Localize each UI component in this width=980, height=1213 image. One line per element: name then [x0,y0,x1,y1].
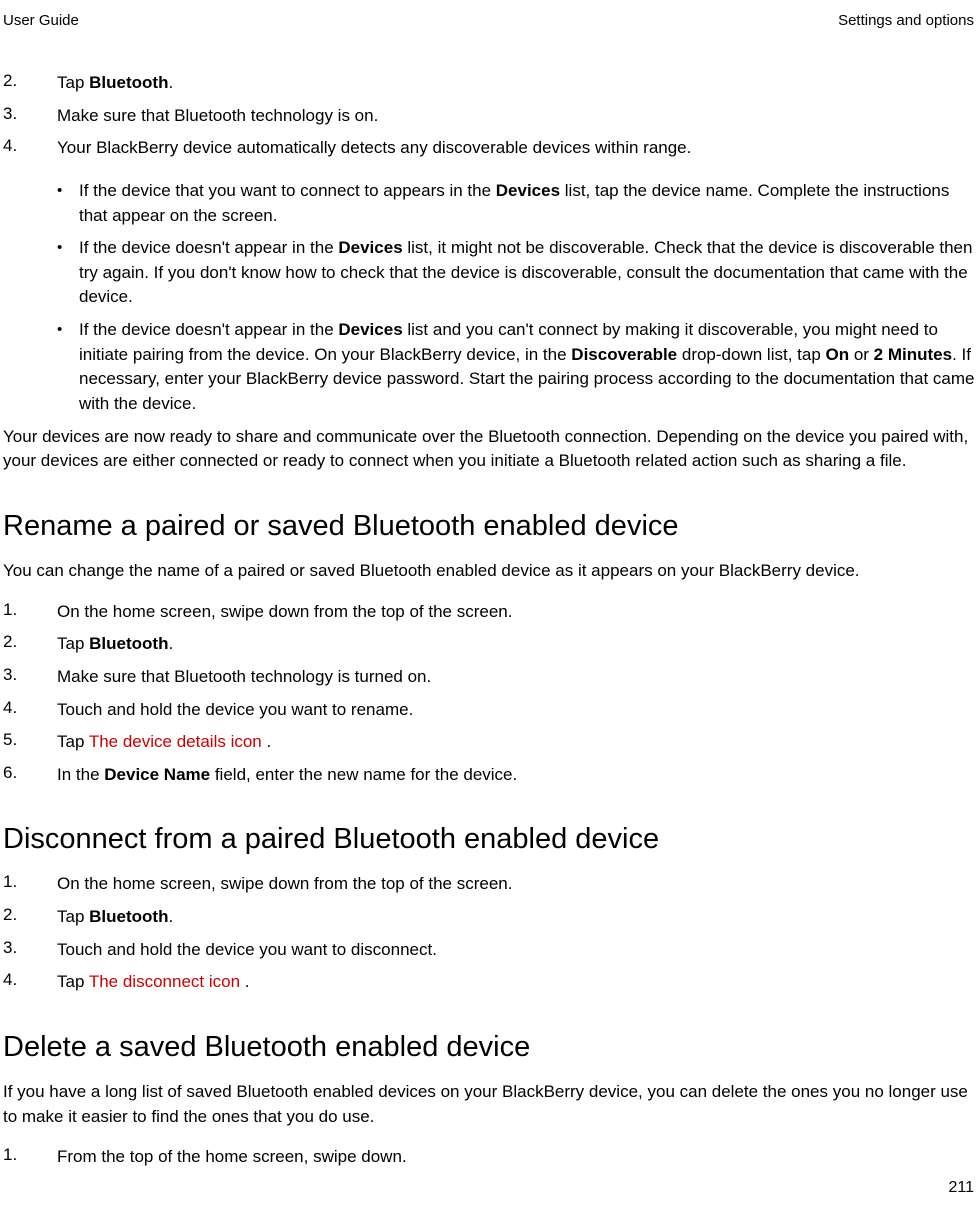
bullet-text: If the device that you want to connect t… [79,179,977,228]
section3-heading: Disconnect from a paired Bluetooth enabl… [3,823,977,856]
section2-intro: You can change the name of a paired or s… [3,559,977,584]
bullet-icon: • [57,236,79,260]
section2: Rename a paired or saved Bluetooth enabl… [3,510,977,787]
bullet-icon: • [57,179,79,203]
step-number: 1. [3,872,57,892]
list-item: •If the device doesn't appear in the Dev… [57,236,977,310]
step-number: 5. [3,730,57,750]
section3: Disconnect from a paired Bluetooth enabl… [3,823,977,995]
list-item: 2.Tap Bluetooth. [3,71,977,96]
section1-closing: Your devices are now ready to share and … [3,425,977,474]
step-number: 4. [3,136,57,156]
step-text: Tap Bluetooth. [57,905,977,930]
page-header: User Guide Settings and options [0,12,980,29]
step-number: 1. [3,600,57,620]
step-number: 6. [3,763,57,783]
step-number: 3. [3,938,57,958]
list-item: 1.On the home screen, swipe down from th… [3,872,977,897]
step-text: Tap Bluetooth. [57,632,977,657]
step-text: Tap Bluetooth. [57,71,977,96]
list-item: 3.Touch and hold the device you want to … [3,938,977,963]
step-text: From the top of the home screen, swipe d… [57,1145,977,1170]
header-left: User Guide [3,12,79,29]
step-text: Tap The disconnect icon . [57,970,977,995]
list-item: 6.In the Device Name field, enter the ne… [3,763,977,788]
section2-steps: 1.On the home screen, swipe down from th… [3,600,977,788]
section2-heading: Rename a paired or saved Bluetooth enabl… [3,510,977,543]
step-number: 4. [3,970,57,990]
list-item: •If the device that you want to connect … [57,179,977,228]
page-content: 2.Tap Bluetooth.3.Make sure that Bluetoo… [0,71,980,1170]
list-item: 2.Tap Bluetooth. [3,632,977,657]
list-item: 5.Tap The device details icon . [3,730,977,755]
step-number: 2. [3,905,57,925]
bullet-text: If the device doesn't appear in the Devi… [79,236,977,310]
step-text: Tap The device details icon . [57,730,977,755]
step-text: Make sure that Bluetooth technology is t… [57,665,977,690]
step-text: On the home screen, swipe down from the … [57,872,977,897]
list-item: 3.Make sure that Bluetooth technology is… [3,104,977,129]
list-item: 4.Tap The disconnect icon . [3,970,977,995]
step-number: 3. [3,104,57,124]
step-text: Touch and hold the device you want to di… [57,938,977,963]
list-item: 3.Make sure that Bluetooth technology is… [3,665,977,690]
list-item: 2.Tap Bluetooth. [3,905,977,930]
step-text: Make sure that Bluetooth technology is o… [57,104,977,129]
list-item: •If the device doesn't appear in the Dev… [57,318,977,417]
list-item: 4.Touch and hold the device you want to … [3,698,977,723]
step-text: Your BlackBerry device automatically det… [57,136,977,161]
section4-intro: If you have a long list of saved Bluetoo… [3,1080,977,1129]
step-number: 1. [3,1145,57,1165]
step-number: 2. [3,632,57,652]
list-item: 1.On the home screen, swipe down from th… [3,600,977,625]
section1-bullets: •If the device that you want to connect … [57,179,977,417]
section4-heading: Delete a saved Bluetooth enabled device [3,1031,977,1064]
step-text: Touch and hold the device you want to re… [57,698,977,723]
section1-steps: 2.Tap Bluetooth.3.Make sure that Bluetoo… [3,71,977,161]
step-number: 3. [3,665,57,685]
step-text: On the home screen, swipe down from the … [57,600,977,625]
list-item: 4.Your BlackBerry device automatically d… [3,136,977,161]
section4: Delete a saved Bluetooth enabled device … [3,1031,977,1170]
list-item: 1.From the top of the home screen, swipe… [3,1145,977,1170]
bullet-text: If the device doesn't appear in the Devi… [79,318,977,417]
step-number: 4. [3,698,57,718]
step-text: In the Device Name field, enter the new … [57,763,977,788]
bullet-icon: • [57,318,79,342]
header-right: Settings and options [838,12,974,29]
section3-steps: 1.On the home screen, swipe down from th… [3,872,977,995]
section4-steps: 1.From the top of the home screen, swipe… [3,1145,977,1170]
page-number: 211 [948,1179,974,1197]
step-number: 2. [3,71,57,91]
